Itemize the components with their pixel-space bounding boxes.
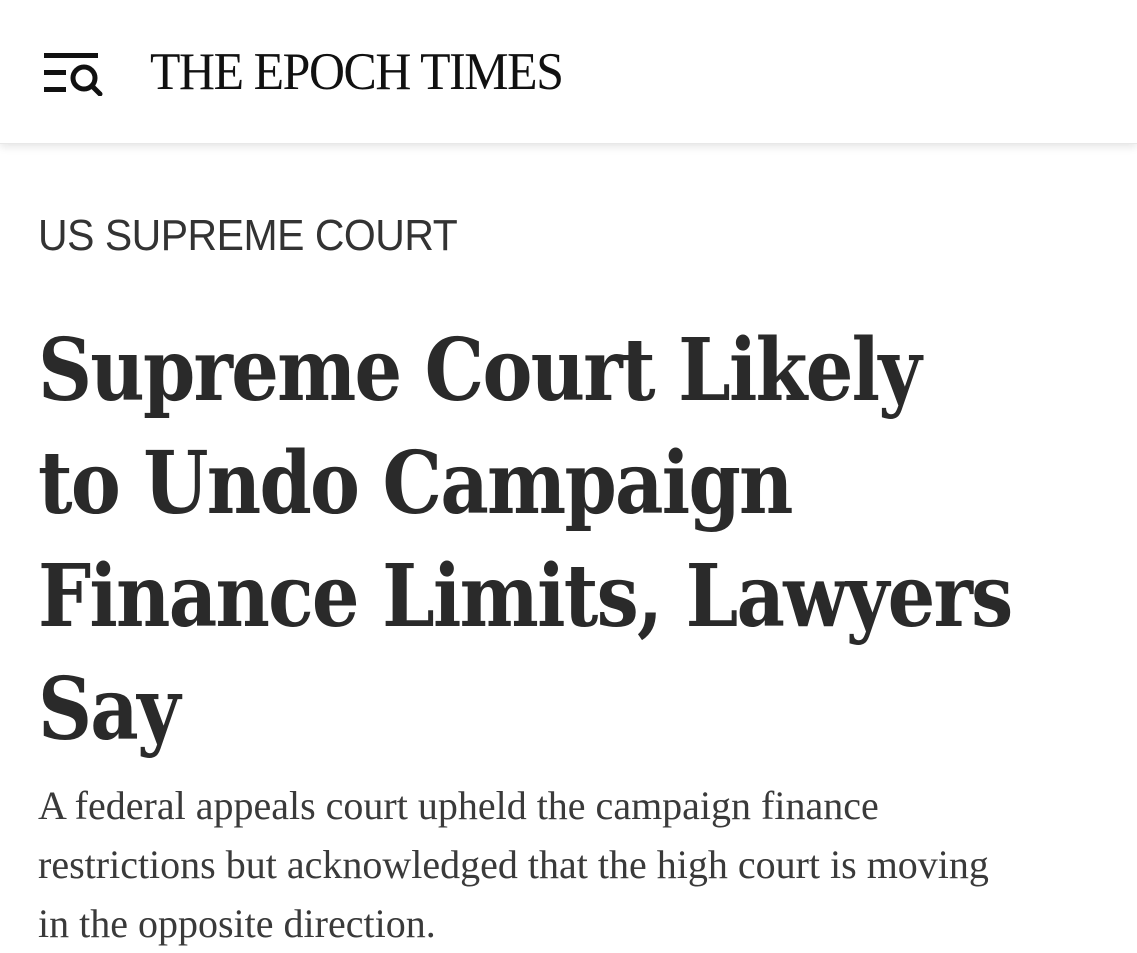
article-headline: Supreme Court Likely to Undo Campaign Fi…: [38, 314, 1118, 766]
article-subheadline: A federal appeals court upheld the campa…: [38, 776, 1118, 953]
subhead-line: restrictions but acknowledged that the h…: [38, 842, 989, 887]
subhead-line: in the opposite direction.: [38, 901, 436, 946]
headline-line: Supreme Court Likely: [38, 320, 922, 421]
headline-line: to Undo Campaign: [38, 433, 793, 534]
subhead-line: A federal appeals court upheld the campa…: [38, 783, 879, 828]
section-label[interactable]: US SUPREME COURT: [38, 210, 458, 262]
site-logo[interactable]: THE EPOCH TIMES: [150, 40, 564, 104]
headline-line: Say: [38, 659, 181, 760]
headline-line: Finance Limits, Lawyers: [38, 546, 1013, 647]
top-navigation-bar: THE EPOCH TIMES: [0, 0, 1137, 144]
menu-search-icon[interactable]: [42, 50, 106, 96]
